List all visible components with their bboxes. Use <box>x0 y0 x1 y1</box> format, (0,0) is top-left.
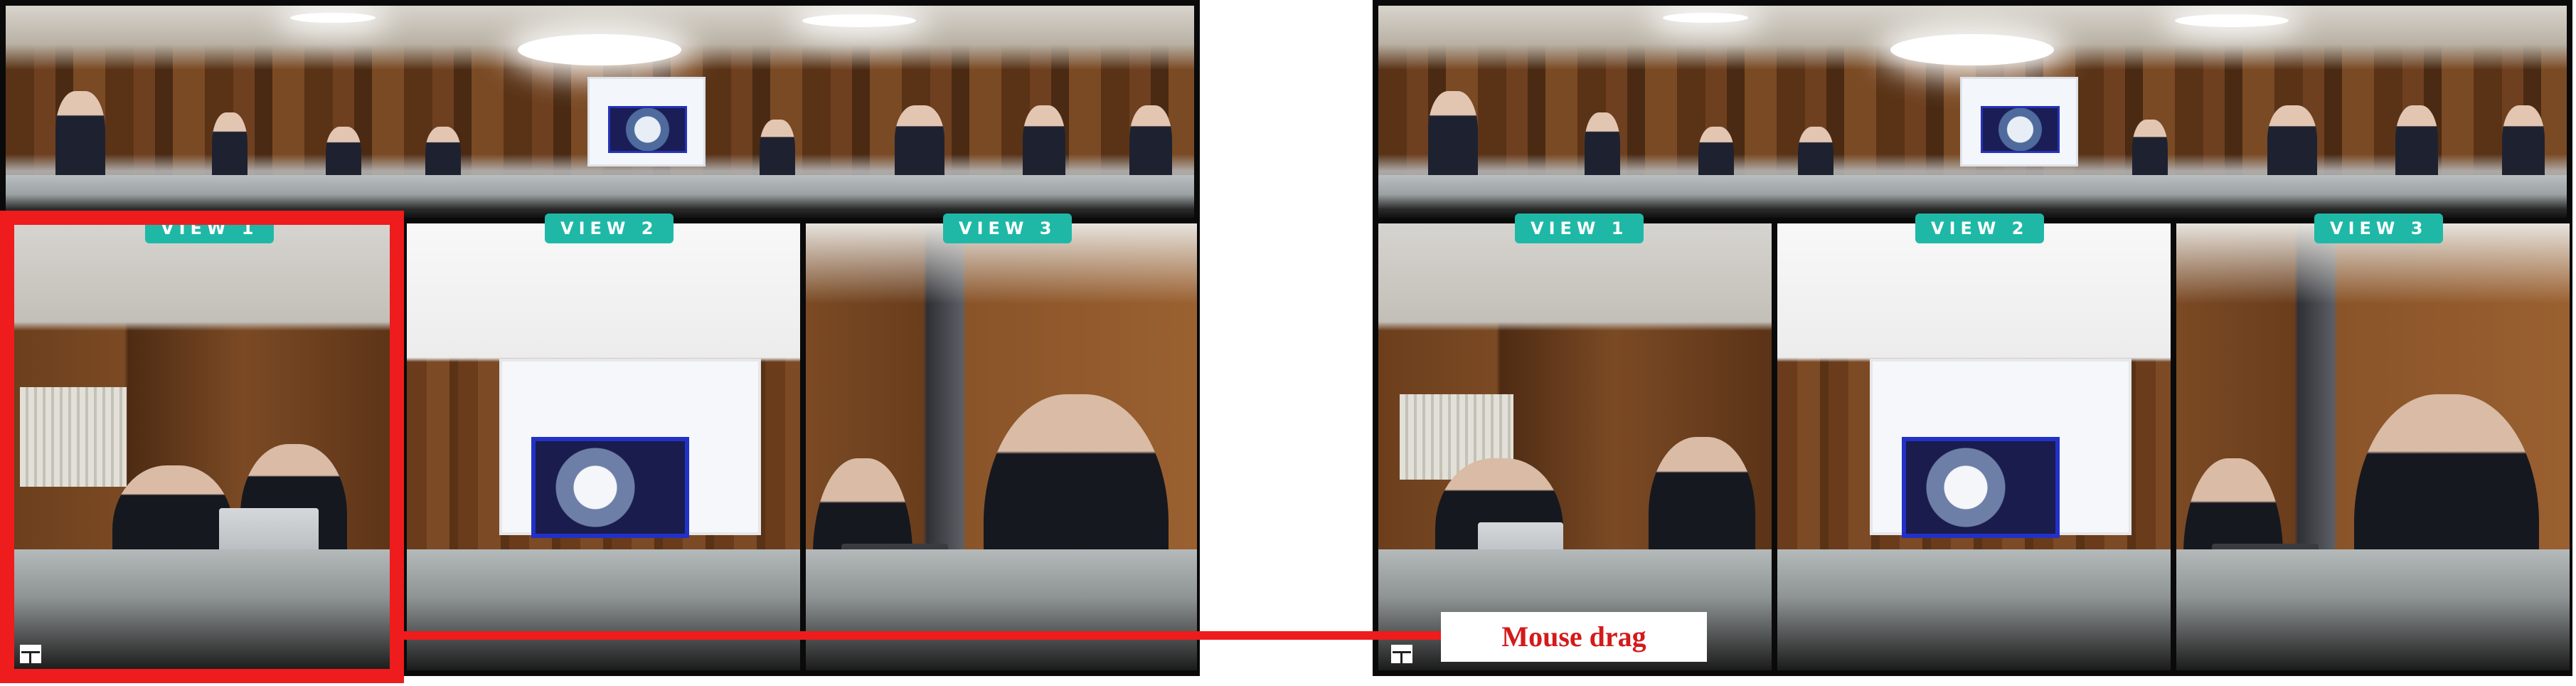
panorama-strip[interactable] <box>6 6 1194 218</box>
view-2-label[interactable]: VIEW 2 <box>1915 213 2045 243</box>
ceiling-light <box>290 13 376 23</box>
conference-table <box>407 549 800 670</box>
view-1-label[interactable]: VIEW 1 <box>1515 213 1644 243</box>
view-3-label[interactable]: VIEW 3 <box>2314 213 2444 243</box>
selected-view-highlight <box>0 211 404 683</box>
drag-connector-line <box>404 631 1441 640</box>
view-2-label[interactable]: VIEW 2 <box>545 213 674 243</box>
ceiling-light <box>518 34 681 65</box>
conference-table <box>806 549 1197 670</box>
conference-table <box>1378 175 2567 218</box>
ceiling-light <box>1890 34 2054 65</box>
view-2[interactable] <box>1777 223 2171 670</box>
ceiling-light <box>1663 13 1748 23</box>
view-3[interactable] <box>806 223 1197 670</box>
panorama-strip[interactable] <box>1378 6 2567 218</box>
drag-annotation-label: Mouse drag <box>1441 612 1707 662</box>
view-1[interactable] <box>1378 223 1772 670</box>
view-2[interactable] <box>407 223 800 670</box>
projection-screen <box>1960 77 2078 167</box>
projection-screen <box>587 77 706 167</box>
conference-table <box>1777 549 2171 670</box>
display-monitor <box>1902 437 2060 538</box>
conference-table <box>2176 549 2570 670</box>
view-3[interactable] <box>2176 223 2570 670</box>
ceiling-light <box>802 14 916 27</box>
video-panel-after: VIEW 1 VIEW 2 VIEW 3 <box>1373 0 2572 676</box>
ceiling-light <box>2175 14 2289 27</box>
layout-grid-icon[interactable] <box>1391 645 1412 663</box>
display-monitor <box>531 437 689 538</box>
view-3-label[interactable]: VIEW 3 <box>943 213 1073 243</box>
